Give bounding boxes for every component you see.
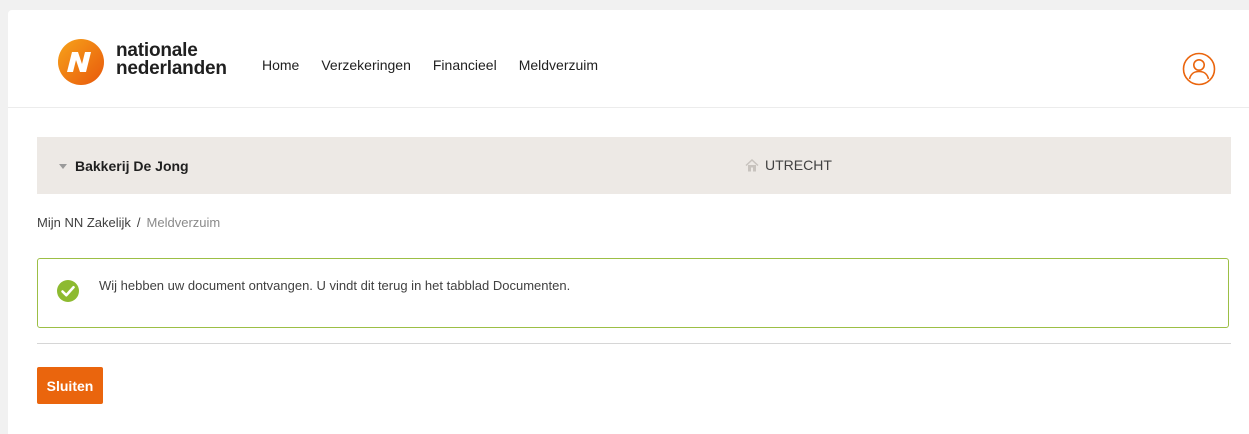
- nav-item-verzekeringen[interactable]: Verzekeringen: [321, 57, 411, 73]
- caret-down-icon: [59, 164, 67, 169]
- location: UTRECHT: [745, 157, 832, 173]
- company-selector[interactable]: Bakkerij De Jong: [59, 158, 189, 174]
- brand-name: nationale nederlanden: [116, 41, 227, 79]
- success-alert: Wij hebben uw document ontvangen. U vind…: [37, 258, 1229, 328]
- company-name: Bakkerij De Jong: [75, 158, 189, 174]
- page-frame: nationale nederlanden Home Verzekeringen…: [8, 10, 1249, 434]
- close-button[interactable]: Sluiten: [37, 367, 103, 404]
- breadcrumb-root[interactable]: Mijn NN Zakelijk: [37, 215, 131, 230]
- breadcrumb-separator: /: [136, 215, 141, 230]
- nav-item-home[interactable]: Home: [262, 57, 299, 73]
- user-icon[interactable]: [1182, 52, 1216, 86]
- main-nav: Home Verzekeringen Financieel Meldverzui…: [262, 57, 620, 73]
- brand-line-2: nederlanden: [116, 58, 227, 79]
- nav-item-financieel[interactable]: Financieel: [433, 57, 497, 73]
- breadcrumb: Mijn NN Zakelijk / Meldverzuim: [37, 215, 220, 230]
- header: nationale nederlanden Home Verzekeringen…: [8, 10, 1249, 108]
- divider: [37, 343, 1231, 344]
- nn-logo-icon[interactable]: [57, 38, 105, 86]
- check-circle-icon: [57, 280, 79, 302]
- company-bar: Bakkerij De Jong UTRECHT: [37, 137, 1231, 194]
- alert-message: Wij hebben uw document ontvangen. U vind…: [99, 278, 571, 293]
- breadcrumb-current: Meldverzuim: [146, 215, 221, 230]
- home-icon: [745, 159, 759, 172]
- location-label: UTRECHT: [765, 157, 832, 173]
- nav-item-meldverzuim[interactable]: Meldverzuim: [519, 57, 598, 73]
